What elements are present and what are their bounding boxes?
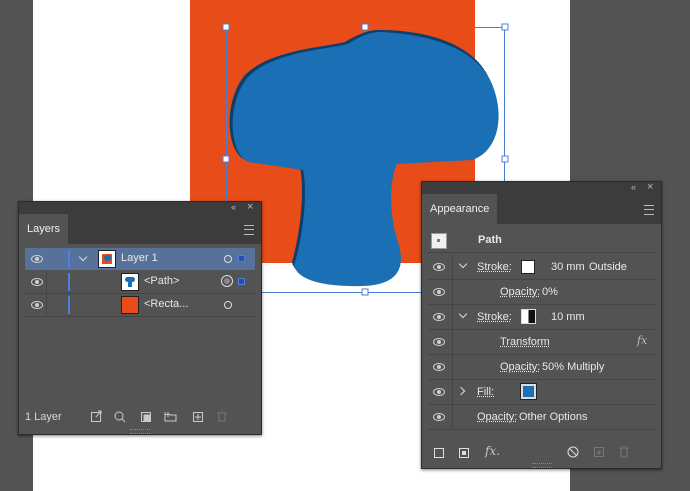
visibility-eye-icon[interactable] — [432, 388, 446, 396]
appearance-opacity-row[interactable]: Opacity: 50% Multiply — [428, 355, 655, 380]
appearance-fill-row[interactable]: Fill: — [428, 380, 655, 405]
add-new-fill-icon[interactable] — [459, 448, 469, 458]
layers-panel-titlebar[interactable]: « × — [19, 201, 261, 214]
fill-swatch-blue[interactable] — [520, 383, 537, 400]
appearance-opacity-row[interactable]: Opacity: Other Options — [428, 405, 655, 430]
opacity-label[interactable]: Opacity: — [500, 361, 540, 373]
appearance-opacity-row[interactable]: Opacity: 0% — [428, 280, 655, 305]
layer-row-path[interactable]: <Path> — [25, 271, 255, 294]
path-object-icon — [431, 233, 447, 249]
visibility-eye-icon[interactable] — [30, 301, 44, 309]
selection-handle[interactable] — [361, 288, 369, 296]
layer-row-layer1[interactable]: Layer 1 — [25, 248, 255, 270]
chevron-down-icon[interactable] — [458, 309, 468, 319]
object-type-label: Path — [478, 234, 502, 246]
transform-effect-label[interactable]: Transform — [500, 336, 550, 348]
path-thumbnail — [121, 273, 139, 291]
duplicate-item-icon[interactable] — [594, 447, 604, 457]
layers-footer-toolbar — [91, 410, 227, 423]
stroke-swatch-white[interactable] — [521, 260, 535, 274]
stroke-weight[interactable]: 30 mm — [551, 261, 585, 273]
opacity-value: 50% Multiply — [542, 361, 605, 373]
selection-handle[interactable] — [361, 23, 369, 31]
layer-name[interactable]: Layer 1 — [121, 252, 158, 264]
layer-color-bar — [68, 296, 70, 314]
layer-name[interactable]: <Path> — [144, 275, 179, 287]
selection-handle[interactable] — [222, 155, 230, 163]
export-icon[interactable] — [91, 410, 102, 422]
visibility-eye-icon[interactable] — [432, 313, 446, 321]
trash-icon[interactable] — [619, 445, 629, 458]
add-new-stroke-icon[interactable] — [434, 448, 444, 458]
stroke-label[interactable]: Stroke: — [477, 311, 512, 323]
visibility-eye-icon[interactable] — [30, 278, 44, 286]
layer-count: 1 Layer — [25, 411, 62, 423]
tab-layers[interactable]: Layers — [19, 214, 69, 244]
selected-art-indicator[interactable] — [238, 278, 245, 285]
resize-grip[interactable] — [532, 463, 552, 468]
close-icon[interactable]: × — [247, 201, 253, 213]
collapse-icon[interactable]: « — [631, 182, 636, 192]
new-layer-icon[interactable] — [193, 412, 203, 422]
appearance-tabstrip: Appearance — [422, 194, 661, 224]
target-circle-icon[interactable] — [224, 255, 232, 263]
appearance-footer-toolbar — [567, 445, 629, 458]
fill-label[interactable]: Fill: — [477, 386, 494, 398]
visibility-eye-icon[interactable] — [432, 263, 446, 271]
visibility-eye-icon[interactable] — [432, 413, 446, 421]
stroke-label[interactable]: Stroke: — [477, 261, 512, 273]
layer-color-bar — [68, 273, 70, 291]
appearance-stroke-row[interactable]: Stroke: 10 mm — [428, 305, 655, 330]
opacity-value: Other Options — [519, 411, 588, 423]
opacity-label[interactable]: Opacity: — [477, 411, 517, 423]
chevron-right-icon[interactable] — [456, 386, 466, 396]
visibility-eye-icon[interactable] — [30, 255, 44, 263]
selection-handle[interactable] — [222, 23, 230, 31]
appearance-transform-row[interactable]: Transform fx — [428, 330, 655, 355]
clear-appearance-icon[interactable] — [567, 446, 579, 458]
tab-appearance[interactable]: Appearance — [422, 194, 498, 224]
target-circle-icon[interactable] — [221, 275, 233, 287]
layers-panel: « × Layers Layer 1 <Path> <Recta... 1 La… — [18, 201, 262, 435]
collapse-icon[interactable]: « — [231, 202, 236, 212]
search-icon[interactable] — [114, 411, 126, 423]
opacity-label[interactable]: Opacity: — [500, 286, 540, 298]
stroke-weight[interactable]: 10 mm — [551, 311, 585, 323]
visibility-eye-icon[interactable] — [432, 338, 446, 346]
layer-color-bar — [68, 250, 70, 268]
layers-tabstrip: Layers — [19, 214, 261, 244]
selection-handle[interactable] — [501, 23, 509, 31]
selection-handle[interactable] — [501, 155, 509, 163]
trash-icon[interactable] — [217, 410, 227, 422]
layer-name[interactable]: <Recta... — [144, 298, 188, 310]
selected-art-indicator[interactable] — [238, 255, 245, 262]
close-icon[interactable]: × — [647, 181, 653, 193]
panel-menu-icon[interactable] — [644, 205, 654, 215]
resize-grip[interactable] — [130, 429, 150, 434]
layer-thumbnail — [98, 250, 116, 268]
opacity-value: 0% — [542, 286, 558, 298]
chevron-down-icon[interactable] — [458, 259, 468, 269]
layer-row-rectangle[interactable]: <Recta... — [25, 294, 255, 317]
target-circle-icon[interactable] — [224, 301, 232, 309]
fx-icon[interactable]: fx — [637, 334, 647, 347]
new-sublayer-icon[interactable] — [164, 412, 177, 422]
stroke-swatch-gradient[interactable] — [521, 309, 536, 324]
chevron-down-icon[interactable] — [78, 252, 88, 262]
visibility-eye-icon[interactable] — [432, 288, 446, 296]
rectangle-thumbnail — [121, 296, 139, 314]
appearance-panel: « × Appearance Path Stroke: 30 mm Outsid… — [421, 181, 662, 469]
stroke-alignment: Outside — [589, 261, 627, 273]
panel-menu-icon[interactable] — [244, 225, 254, 235]
appearance-panel-titlebar[interactable]: « × — [422, 181, 661, 194]
clipping-mask-icon[interactable] — [141, 412, 151, 422]
add-new-effect-icon[interactable]: fx. — [485, 444, 500, 458]
appearance-header-row[interactable]: Path — [428, 230, 655, 253]
visibility-eye-icon[interactable] — [432, 363, 446, 371]
appearance-stroke-row[interactable]: Stroke: 30 mm Outside — [428, 255, 655, 280]
